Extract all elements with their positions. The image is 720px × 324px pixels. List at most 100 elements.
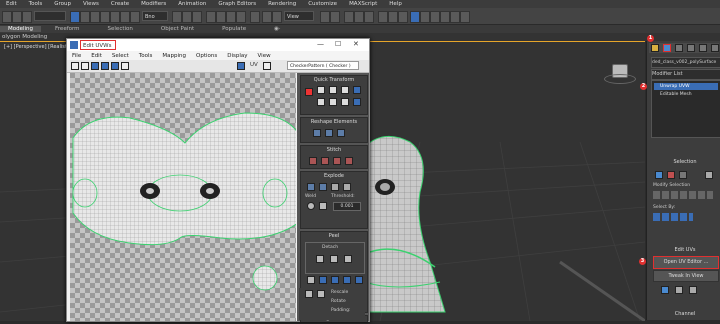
link-icon[interactable] (22, 11, 32, 23)
explode-material-icon[interactable] (319, 183, 327, 191)
menu-graph-editors[interactable]: Graph Editors (212, 1, 262, 7)
uv-canvas[interactable] (70, 73, 296, 321)
menu-rendering[interactable]: Rendering (262, 1, 302, 7)
uv-rotate-icon[interactable] (81, 62, 89, 70)
render-production-icon[interactable] (398, 11, 408, 23)
a360-gallery-icon[interactable] (440, 11, 450, 23)
hierarchy-tab-icon[interactable] (675, 44, 683, 52)
peel-mode-icon[interactable] (330, 255, 338, 263)
selection-rollout-title[interactable]: Selection (651, 159, 719, 165)
environment-icon[interactable] (450, 11, 460, 23)
quick-transform-title[interactable]: Quick Transform (301, 76, 367, 84)
angle-snap-icon[interactable] (216, 11, 226, 23)
motion-tab-icon[interactable] (687, 44, 695, 52)
threshold-input[interactable]: 0.001 (333, 202, 361, 211)
element-mode-icon[interactable] (705, 171, 713, 179)
uv-menu-edit[interactable]: Edit (86, 53, 107, 59)
weld-target-icon[interactable] (307, 202, 315, 210)
stitch-source-icon[interactable] (333, 157, 341, 165)
polygon-mode-icon[interactable] (679, 171, 687, 179)
uv-channel-icon[interactable] (237, 62, 245, 70)
undo-field[interactable] (34, 11, 66, 21)
open-uv-editor-button[interactable]: Open UV Editor ... (653, 256, 719, 269)
render-cloud-icon[interactable] (430, 11, 440, 23)
stack-item-unwrap-uvw[interactable]: Unwrap UVW (654, 83, 718, 90)
edge-mode-icon[interactable] (667, 171, 675, 179)
viewcube-ring[interactable] (604, 74, 636, 84)
menu-group[interactable]: Group (48, 1, 77, 7)
menu-maxscript[interactable]: MAXScript (343, 1, 383, 7)
undo-icon[interactable] (2, 11, 12, 23)
render-setup-icon[interactable] (378, 11, 388, 23)
move-icon[interactable] (110, 11, 120, 23)
stitch-custom-icon[interactable] (345, 157, 353, 165)
named-selection-icon[interactable] (250, 11, 260, 23)
qt-distribute-icon[interactable] (341, 98, 349, 106)
peel-reset-icon[interactable] (344, 255, 352, 263)
mirror-icon[interactable] (262, 11, 272, 23)
uv-menu-mapping[interactable]: Mapping (157, 53, 191, 59)
select-object-icon[interactable] (70, 11, 80, 23)
monkey-head-model[interactable] (350, 132, 645, 321)
pivot-icon[interactable] (172, 11, 182, 23)
uv-display-icon[interactable] (263, 62, 271, 70)
reshape-title[interactable]: Reshape Elements (301, 118, 367, 126)
reshape-relax-options-icon[interactable] (337, 129, 345, 137)
tab-object-paint[interactable]: Object Paint (147, 26, 208, 32)
uv-move-icon[interactable] (71, 62, 79, 70)
select-by-name-icon[interactable] (80, 11, 90, 23)
percent-snap-icon[interactable] (226, 11, 236, 23)
rendered-frame-icon[interactable] (388, 11, 398, 23)
uv-freeform-icon[interactable] (101, 62, 109, 70)
menu-views[interactable]: Views (77, 1, 105, 7)
quick-render-icon[interactable] (420, 11, 430, 23)
toggle-scene-explorer-icon[interactable] (320, 11, 330, 23)
pin-edges-icon[interactable] (319, 276, 327, 284)
stack-item-editable-mesh[interactable]: Editable Mesh (654, 91, 718, 98)
ribbon-options-icon[interactable]: ◉· (260, 26, 295, 32)
stitch-target-icon[interactable] (309, 157, 317, 165)
tweak-in-view-button[interactable]: Tweak In View (653, 270, 719, 282)
uv-pin-icon[interactable] (661, 286, 669, 294)
explode-smooth-icon[interactable] (307, 183, 315, 191)
select-manipulate-icon[interactable] (182, 11, 192, 23)
rect-select-icon[interactable] (90, 11, 100, 23)
curve-editor-icon[interactable] (344, 11, 354, 23)
weld-selected-icon[interactable] (319, 202, 327, 210)
modify-tab-icon[interactable] (663, 44, 671, 52)
rescale-checkbox[interactable]: Rescale (331, 290, 348, 295)
tab-selection[interactable]: Selection (94, 26, 147, 32)
reference-coordinate-field[interactable]: Bno (142, 11, 168, 21)
qt-rotate-ccw-icon[interactable] (353, 98, 361, 106)
spinner-snap-icon[interactable] (236, 11, 246, 23)
utilities-tab-icon[interactable] (711, 44, 719, 52)
menu-edit[interactable]: Edit (0, 1, 23, 7)
modify-selection-buttons[interactable] (653, 191, 713, 199)
menu-animation[interactable]: Animation (172, 1, 212, 7)
maximize-icon[interactable]: ☐ (335, 40, 341, 48)
peel-title[interactable]: Peel (301, 232, 367, 240)
redo-icon[interactable] (12, 11, 22, 23)
qt-space-v-icon[interactable] (329, 98, 337, 106)
edit-uvs-rollout-title[interactable]: Edit UVs (651, 247, 719, 253)
explode-flatten-icon[interactable] (343, 183, 351, 191)
vertex-mode-icon[interactable] (655, 171, 663, 179)
pin-icon[interactable] (307, 276, 315, 284)
material-editor-icon[interactable] (364, 11, 374, 23)
snap-toggle-icon[interactable] (206, 11, 216, 23)
uv-window-titlebar[interactable]: Edit UVWs — ☐ ✕ (67, 39, 369, 51)
object-name-field[interactable]: ded_class_v002_polySurface (651, 57, 720, 68)
uv-show-map-icon[interactable] (121, 62, 129, 70)
schematic-view-icon[interactable] (354, 11, 364, 23)
qt-rotate-icon[interactable] (353, 86, 361, 94)
uv-grid-icon[interactable] (675, 286, 683, 294)
uv-menu-select[interactable]: Select (107, 53, 134, 59)
menu-customize[interactable]: Customize (302, 1, 343, 7)
effects-icon[interactable] (460, 11, 470, 23)
modifier-list-dropdown[interactable]: Modifier List (651, 69, 720, 80)
select-pins-icon[interactable] (355, 276, 363, 284)
close-icon[interactable]: ✕ (353, 40, 359, 48)
peel-quick-icon[interactable] (316, 255, 324, 263)
menu-help[interactable]: Help (383, 1, 408, 7)
select-by-buttons[interactable] (653, 213, 693, 221)
